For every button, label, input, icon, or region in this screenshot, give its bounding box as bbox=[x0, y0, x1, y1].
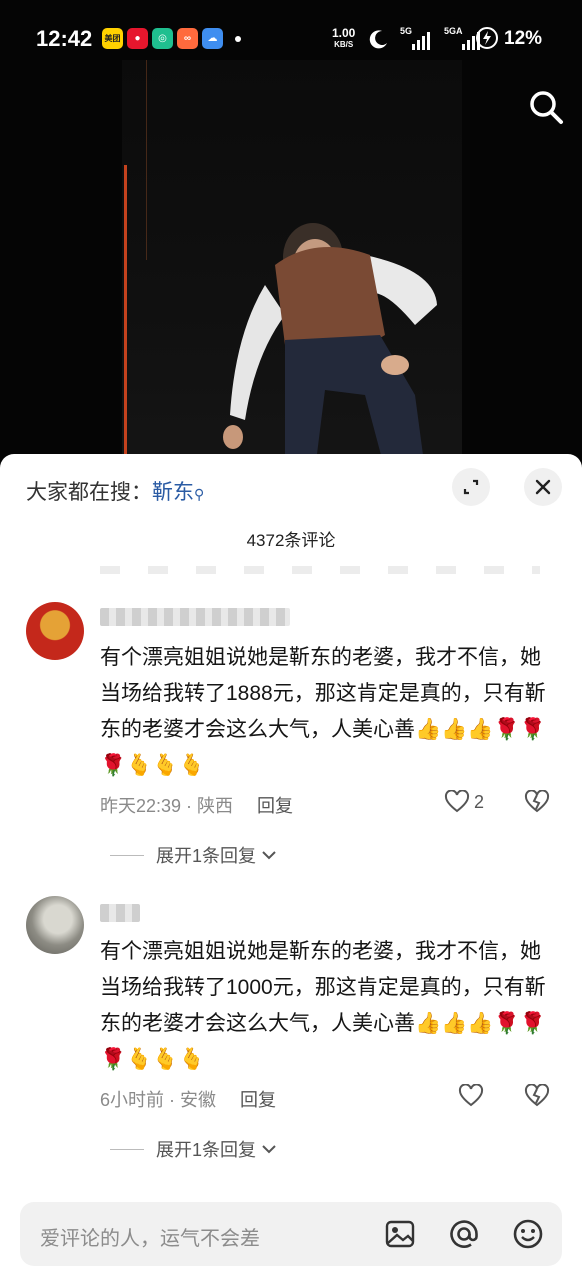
hot-search-row[interactable]: 大家都在搜：靳东⚲ bbox=[26, 476, 204, 506]
comment-meta: 昨天22:39 · 陕西 回复 bbox=[100, 796, 294, 816]
username-blurred[interactable] bbox=[100, 608, 290, 626]
signal-5g-icon: 5G bbox=[400, 26, 434, 50]
close-button[interactable] bbox=[524, 468, 562, 506]
comment-input-bar[interactable]: 爱评论的人，运气不会差 bbox=[20, 1202, 562, 1266]
comment-item: 有个漂亮姐姐说她是靳东的老婆，我才不信，她当场给我转了1000元，那这肯定是真的… bbox=[0, 896, 582, 1186]
performer-figure bbox=[223, 223, 437, 470]
battery-charging-icon bbox=[476, 27, 498, 49]
heart-icon bbox=[458, 1084, 484, 1107]
expand-replies-button[interactable]: 展开1条回复 bbox=[110, 1136, 278, 1162]
grid-app-icon: ∞ bbox=[177, 28, 198, 49]
fullscreen-button[interactable] bbox=[452, 468, 490, 506]
comment-time: 6小时前 bbox=[100, 1090, 165, 1110]
system-icons: 5G 5GA bbox=[368, 26, 484, 50]
image-icon bbox=[385, 1220, 415, 1248]
hot-search-keyword[interactable]: 靳东 bbox=[152, 481, 194, 504]
meituan-icon: 美团 bbox=[102, 28, 123, 49]
at-mention-icon bbox=[450, 1220, 478, 1248]
hot-search-prefix: 大家都在搜： bbox=[26, 481, 152, 504]
close-icon bbox=[535, 479, 551, 495]
stage-curtain-edge bbox=[124, 165, 127, 465]
mention-button[interactable] bbox=[446, 1216, 482, 1252]
weather-icon: ☁ bbox=[202, 28, 223, 49]
username-blurred[interactable] bbox=[100, 904, 140, 922]
dislike-button[interactable] bbox=[524, 1083, 550, 1113]
more-notifications-dot bbox=[235, 35, 241, 42]
status-time: 12:42 bbox=[36, 26, 93, 51]
weibo-icon: ● bbox=[127, 28, 148, 49]
emoji-button[interactable] bbox=[510, 1216, 546, 1252]
heart-icon bbox=[444, 790, 470, 813]
search-button[interactable] bbox=[526, 87, 566, 127]
expand-replies-button[interactable]: 展开1条回复 bbox=[110, 842, 278, 868]
camera-app-icon: ◎ bbox=[152, 28, 173, 49]
scrolled-content-edge bbox=[100, 566, 540, 574]
avatar[interactable] bbox=[26, 602, 84, 660]
broken-heart-icon bbox=[524, 1083, 550, 1107]
expand-icon bbox=[463, 479, 479, 495]
avatar[interactable] bbox=[26, 896, 84, 954]
like-button[interactable]: 2 bbox=[444, 790, 484, 814]
stage-light-line bbox=[146, 60, 147, 260]
comment-sheet: 大家都在搜：靳东⚲ 4372条评论 有个漂亮姐姐说她是靳东的老婆，我才不信，她当… bbox=[0, 454, 582, 1280]
status-bar: 12:42 美团 ● ◎ ∞ ☁ 1.00 KB/S 5G 5GA 12% bbox=[0, 0, 582, 80]
search-icon bbox=[530, 91, 563, 124]
comment-count: 4372条评论 bbox=[246, 531, 336, 550]
comment-text[interactable]: 有个漂亮姐姐说她是靳东的老婆，我才不信，她当场给我转了1888元，那这肯定是真的… bbox=[100, 640, 550, 784]
comment-item: 有个漂亮姐姐说她是靳东的老婆，我才不信，她当场给我转了1888元，那这肯定是真的… bbox=[0, 602, 582, 892]
like-count: 2 bbox=[474, 791, 485, 812]
comment-input[interactable]: 爱评论的人，运气不会差 bbox=[40, 1222, 260, 1251]
moon-icon bbox=[369, 30, 387, 49]
notification-icons: 美团 ● ◎ ∞ ☁ bbox=[102, 28, 241, 49]
comment-text[interactable]: 有个漂亮姐姐说她是靳东的老婆，我才不信，她当场给我转了1000元，那这肯定是真的… bbox=[100, 934, 550, 1078]
chevron-down-icon bbox=[262, 1145, 276, 1154]
chevron-down-icon bbox=[262, 851, 276, 860]
comment-meta: 6小时前 · 安徽 回复 bbox=[100, 1090, 277, 1110]
comment-location: 安徽 bbox=[180, 1090, 217, 1110]
broken-heart-icon bbox=[524, 789, 550, 813]
comment-time: 昨天22:39 bbox=[100, 796, 182, 816]
battery-percent: 12% bbox=[504, 28, 543, 49]
like-button[interactable] bbox=[458, 1084, 484, 1108]
image-button[interactable] bbox=[382, 1216, 418, 1252]
reply-button[interactable]: 回复 bbox=[240, 1090, 276, 1110]
comment-location: 陕西 bbox=[197, 796, 234, 816]
dislike-button[interactable] bbox=[524, 789, 550, 819]
smiley-icon bbox=[513, 1219, 543, 1249]
hot-search-magnifier-icon: ⚲ bbox=[194, 486, 205, 502]
network-speed: 1.00 KB/S bbox=[332, 26, 356, 49]
reply-button[interactable]: 回复 bbox=[257, 796, 293, 816]
